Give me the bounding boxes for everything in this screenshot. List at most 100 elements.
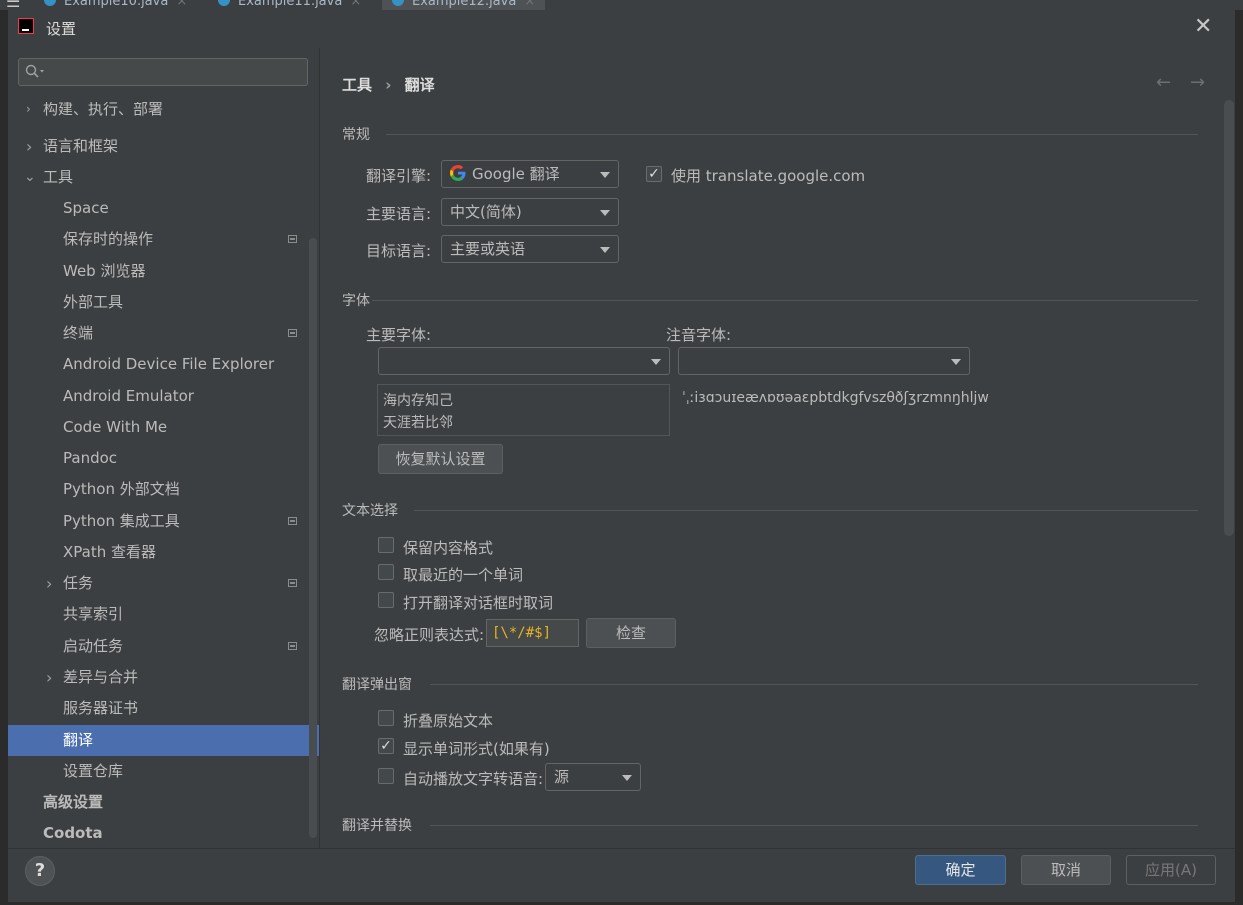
phonetic-preview: ˈˌːiɜɑɔuɪeæʌɒʊəaɛpbtdkgfvszθðʃʒrzmnŋhljw <box>682 390 989 406</box>
apply-button[interactable]: 应用(A) <box>1126 855 1216 885</box>
dialog-title: 设置 <box>46 20 77 38</box>
use-google-com-checkbox[interactable]: ✓ <box>646 166 662 182</box>
nearest-word-label: 取最近的一个单词 <box>403 566 524 584</box>
intellij-icon <box>18 18 34 34</box>
sidebar-item-space[interactable]: Space <box>8 193 319 224</box>
sidebar-item-xpath-viewer[interactable]: XPath 查看器 <box>8 537 319 568</box>
sidebar-item-startup-tasks[interactable]: 启动任务 <box>8 631 319 662</box>
engine-value: Google 翻译 <box>472 165 560 183</box>
primary-language-select[interactable]: 中文(简体) <box>441 198 619 226</box>
divider <box>430 825 1198 826</box>
chevron-down-icon: ⌄ <box>24 169 36 185</box>
sidebar-item-web-browsers[interactable]: Web 浏览器 <box>8 256 319 287</box>
back-arrow-icon[interactable]: ← <box>1156 72 1171 93</box>
ide-tab[interactable]: Example10.java × <box>44 0 187 10</box>
ignore-regex-input[interactable]: [\*/#$] <box>486 619 579 647</box>
dropdown-arrow-icon <box>951 359 961 365</box>
sidebar-item-build[interactable]: › 构建、执行、部署 <box>8 102 319 124</box>
class-icon <box>392 0 404 6</box>
use-google-com-label: 使用 translate.google.com <box>671 167 866 185</box>
sidebar-item-server-certificates[interactable]: 服务器证书 <box>8 693 319 724</box>
check-regex-button[interactable]: 检查 <box>586 618 676 648</box>
keep-format-checkbox[interactable] <box>378 537 394 553</box>
search-icon <box>25 64 44 78</box>
take-word-on-dialog-checkbox[interactable] <box>378 592 394 608</box>
target-language-value: 主要或英语 <box>450 240 526 258</box>
primary-language-value: 中文(简体) <box>450 203 522 221</box>
content-scrollbar[interactable] <box>1224 100 1234 536</box>
ide-tab[interactable]: Example11.java × <box>218 0 361 10</box>
ide-tab-strip: ☰ Example10.java × Example11.java × Exampl… <box>0 0 1243 10</box>
sidebar-item-python-tools[interactable]: Python 集成工具 <box>8 506 319 537</box>
settings-dialog: 设置 ✕ › 构建、执行、部署 › 语言和框架 ⌄ 工具 Space 保存时的操作 W… <box>8 10 1235 902</box>
sidebar-item-actions-on-save[interactable]: 保存时的操作 <box>8 224 319 255</box>
tts-source-select[interactable]: 源 <box>545 763 641 791</box>
sidebar-item-external-tools[interactable]: 外部工具 <box>8 287 319 318</box>
sidebar-item-pandoc[interactable]: Pandoc <box>8 443 319 474</box>
show-word-forms-checkbox[interactable]: ✓ <box>378 738 394 754</box>
chevron-right-icon: › <box>46 668 53 687</box>
sidebar-item-tools[interactable]: ⌄ 工具 <box>8 162 319 193</box>
footer-divider <box>8 848 1235 849</box>
sidebar-item-python-docs[interactable]: Python 外部文档 <box>8 474 319 505</box>
ok-button[interactable]: 确定 <box>915 855 1006 885</box>
dropdown-arrow-icon <box>600 172 610 178</box>
auto-tts-checkbox[interactable] <box>378 768 394 784</box>
keep-format-label: 保留内容格式 <box>403 539 494 557</box>
sidebar-item-code-with-me[interactable]: Code With Me <box>8 412 319 443</box>
project-level-icon <box>288 235 297 243</box>
sidebar-item-diff-merge[interactable]: › 差异与合并 <box>8 662 319 693</box>
close-tab-icon[interactable]: × <box>524 0 535 9</box>
forward-arrow-icon[interactable]: → <box>1190 72 1205 93</box>
dropdown-arrow-icon <box>600 247 610 253</box>
ide-tab[interactable]: Example12.java × <box>382 0 546 10</box>
breadcrumb-separator: › <box>385 76 392 94</box>
project-level-icon <box>288 329 297 337</box>
project-level-icon <box>288 579 297 587</box>
translation-settings-panel: 工具 › 翻译 ← → 常规 翻译引擎: Google 翻译 ✓ 使用 tran… <box>320 48 1235 848</box>
sidebar-item-shared-indexes[interactable]: 共享索引 <box>8 599 319 630</box>
breadcrumb-current: 翻译 <box>404 76 435 94</box>
target-language-select[interactable]: 主要或英语 <box>441 235 619 263</box>
primary-font-select[interactable] <box>378 347 670 375</box>
fold-original-checkbox[interactable] <box>378 710 394 726</box>
sidebar-item-languages[interactable]: › 语言和框架 <box>8 131 319 162</box>
breadcrumb-parent[interactable]: 工具 <box>342 76 372 94</box>
help-button[interactable]: ? <box>25 856 55 886</box>
close-tab-icon[interactable]: × <box>176 0 187 9</box>
sidebar-item-android-emulator[interactable]: Android Emulator <box>8 381 319 412</box>
dropdown-arrow-icon <box>622 775 632 781</box>
search-input[interactable] <box>18 58 308 86</box>
nearest-word-checkbox[interactable] <box>378 564 394 580</box>
class-icon <box>218 0 230 6</box>
section-translate-replace: 翻译并替换 <box>342 818 412 834</box>
phonetic-font-select[interactable] <box>678 347 970 375</box>
primary-language-label: 主要语言: <box>366 205 432 223</box>
sidebar-item-codota[interactable]: Codota <box>8 818 319 849</box>
engine-select[interactable]: Google 翻译 <box>441 160 619 188</box>
restore-defaults-button[interactable]: 恢复默认设置 <box>378 444 503 474</box>
section-popup: 翻译弹出窗 <box>342 677 412 693</box>
section-fonts: 字体 <box>342 293 370 309</box>
phonetic-font-label: 注音字体: <box>666 326 732 344</box>
sidebar-item-android-file-explorer[interactable]: Android Device File Explorer <box>8 349 319 380</box>
divider <box>372 300 1198 301</box>
sidebar-scrollbar[interactable] <box>309 238 317 838</box>
sidebar-item-advanced-settings[interactable]: 高级设置 <box>8 787 319 818</box>
sidebar-item-tasks[interactable]: › 任务 <box>8 568 319 599</box>
sidebar-item-translation[interactable]: 翻译 <box>8 725 319 756</box>
menu-icon[interactable]: ☰ <box>6 0 20 10</box>
close-icon[interactable]: ✕ <box>1194 14 1212 39</box>
preview-line: 海内存知己 <box>383 393 453 409</box>
divider <box>386 134 1198 135</box>
dropdown-arrow-icon <box>600 210 610 216</box>
title-bar: 设置 ✕ <box>8 10 1235 44</box>
ignore-regex-label: 忽略正则表达式: <box>374 626 485 644</box>
close-tab-icon[interactable]: × <box>350 0 361 9</box>
dropdown-arrow-icon <box>651 359 661 365</box>
engine-label: 翻译引擎: <box>366 167 432 185</box>
cancel-button[interactable]: 取消 <box>1021 855 1111 885</box>
divider <box>430 684 1198 685</box>
sidebar-item-settings-repository[interactable]: 设置仓库 <box>8 756 319 787</box>
sidebar-item-terminal[interactable]: 终端 <box>8 318 319 349</box>
